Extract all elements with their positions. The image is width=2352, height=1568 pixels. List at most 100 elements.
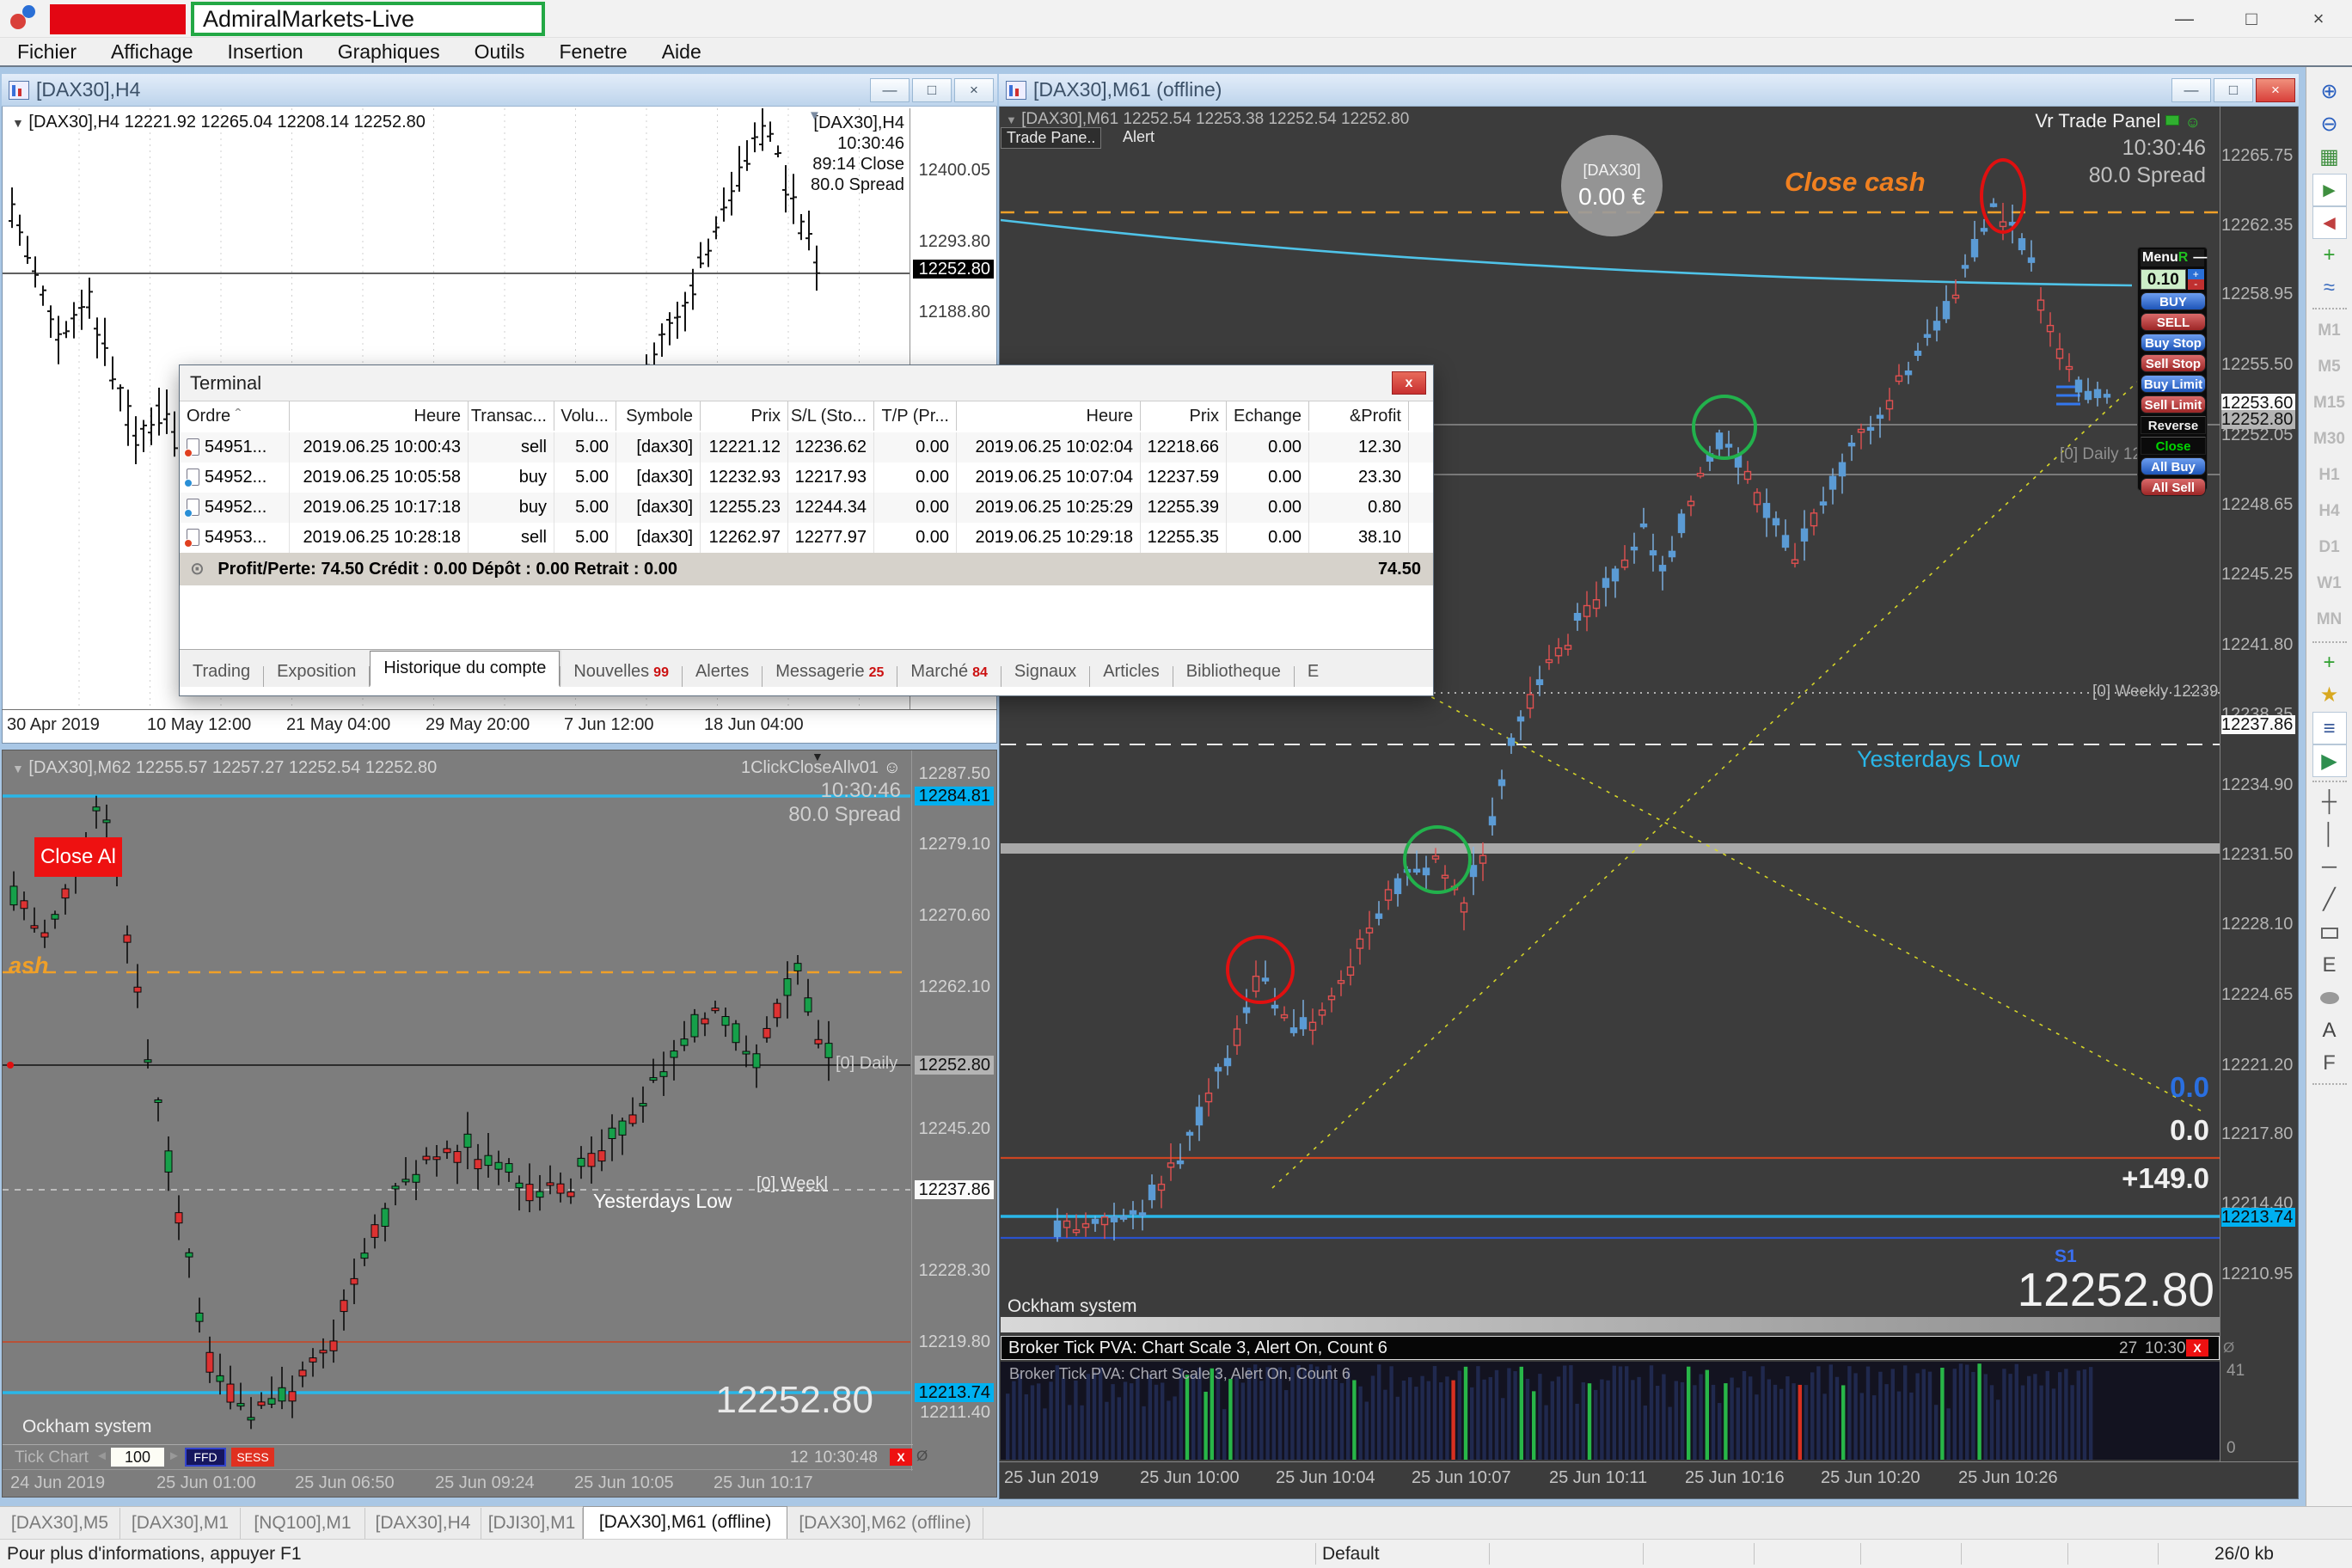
tick-close-button[interactable]: X — [890, 1449, 912, 1466]
trade-panel-r[interactable]: R — [2178, 250, 2189, 266]
sell-stop-button[interactable]: Sell Stop — [2141, 354, 2206, 372]
close-all-button[interactable]: Close Al — [34, 837, 122, 877]
terminal-tab-bibliotheque[interactable]: Bibliotheque — [1173, 658, 1294, 687]
all-sell-button[interactable]: All Sell — [2141, 478, 2206, 496]
table-row[interactable]: 54952...2019.06.25 10:17:18buy5.00[dax30… — [180, 493, 1433, 523]
terminal-header-cell[interactable]: T/P (Pr... — [874, 401, 957, 431]
h4-minimize-button[interactable]: — — [870, 78, 910, 102]
minimize-button[interactable]: — — [2151, 0, 2218, 37]
terminal-header-cell[interactable]: Echange — [1227, 401, 1309, 431]
chart-tab-2[interactable]: [DAX30],M1 — [120, 1508, 241, 1539]
collapse-arrow-icon[interactable]: ▼ — [12, 116, 24, 130]
terminal-tab-e[interactable]: E — [1295, 658, 1332, 687]
terminal-tab-march-[interactable]: Marché84 — [897, 658, 1001, 687]
terminal-titlebar[interactable]: Terminal x — [180, 365, 1433, 401]
close-button[interactable]: × — [2285, 0, 2352, 37]
ffd-button[interactable]: FFD — [185, 1448, 226, 1467]
zoom-out-icon[interactable]: ⊖ — [2312, 108, 2347, 141]
terminal-tab-exposition[interactable]: Exposition — [264, 658, 369, 687]
trendline-icon[interactable]: ╱ — [2312, 884, 2347, 916]
sess-button[interactable]: SESS — [231, 1448, 274, 1467]
favorites-icon[interactable]: ★ — [2312, 679, 2347, 712]
collapse-arrow-icon[interactable]: ▼ — [1006, 113, 1017, 126]
timeframe-m15-button[interactable]: M15 — [2312, 385, 2347, 421]
terminal-tab-historique-du-compte[interactable]: Historique du compte — [370, 651, 560, 687]
horizontal-line-icon[interactable]: ─ — [2312, 851, 2347, 884]
terminal-header-cell[interactable]: Volu... — [554, 401, 616, 431]
terminal-header-cell[interactable]: Heure — [957, 401, 1141, 431]
menu-item-aide[interactable]: Aide — [645, 40, 719, 64]
tick-left-arrow[interactable]: ◄ — [95, 1449, 108, 1463]
sell-button[interactable]: SELL — [2141, 313, 2206, 331]
terminal-close-button[interactable]: x — [1392, 371, 1426, 395]
terminal-tab-trading[interactable]: Trading — [180, 658, 263, 687]
broker-strip-close-button[interactable]: X — [2186, 1339, 2208, 1357]
timeframe-mn-button[interactable]: MN — [2312, 602, 2347, 638]
tick-right-arrow[interactable]: ► — [168, 1449, 181, 1463]
collapse-arrow-icon[interactable]: ▼ — [12, 762, 24, 775]
m61-close-button[interactable]: × — [2256, 78, 2295, 102]
h4-close-button[interactable]: × — [954, 78, 994, 102]
menu-item-outils[interactable]: Outils — [457, 40, 542, 64]
terminal-tab-alertes[interactable]: Alertes — [683, 658, 762, 687]
status-profile[interactable]: Default — [1322, 1544, 1380, 1565]
auto-scroll-icon[interactable]: ► — [2312, 174, 2347, 206]
ea-smiley-icon[interactable]: ☺ — [884, 758, 901, 777]
terminal-header-cell[interactable]: Heure — [290, 401, 469, 431]
object-tab-alert[interactable]: Alert — [1118, 127, 1160, 147]
timeframe-m5-button[interactable]: M5 — [2312, 349, 2347, 385]
trade-panel-menu[interactable]: Menu — [2142, 250, 2178, 266]
timeframe-w1-button[interactable]: W1 — [2312, 566, 2347, 602]
close-button[interactable]: Close — [2141, 437, 2206, 455]
chart-tab-5[interactable]: [DJI30],M1 — [481, 1508, 583, 1539]
timeframe-m30-button[interactable]: M30 — [2312, 421, 2347, 457]
zoom-in-icon[interactable]: ⊕ — [2312, 76, 2347, 108]
menu-item-graphiques[interactable]: Graphiques — [321, 40, 457, 64]
terminal-header-cell[interactable]: Symbole — [616, 401, 701, 431]
timeframe-h4-button[interactable]: H4 — [2312, 493, 2347, 530]
vtp-monitor-icon[interactable] — [2165, 115, 2179, 126]
table-row[interactable]: 54953...2019.06.25 10:28:18sell5.00[dax3… — [180, 523, 1433, 553]
object-tab-trade-panel[interactable]: Trade Pane.. — [1001, 127, 1101, 149]
lot-decrease-button[interactable]: - — [2188, 279, 2204, 290]
tick-size-input[interactable]: 100 — [111, 1448, 164, 1467]
table-row[interactable]: 54951...2019.06.25 10:00:43sell5.00[dax3… — [180, 432, 1433, 462]
m61-minimize-button[interactable]: — — [2171, 78, 2211, 102]
chart-window-h4-titlebar[interactable]: [DAX30],H4 — □ × — [2, 74, 997, 107]
crosshair-icon[interactable]: ┼ — [2312, 786, 2347, 818]
terminal-tab-messagerie[interactable]: Messagerie25 — [763, 658, 897, 687]
tile-windows-icon[interactable]: ▦ — [2312, 141, 2347, 174]
terminal-tab-signaux[interactable]: Signaux — [1001, 658, 1089, 687]
terminal-header-cell[interactable]: S/L (Sto... — [788, 401, 874, 431]
vtp-smiley-icon[interactable]: ☺ — [2185, 113, 2201, 131]
chart-tab-3[interactable]: [NQ100],M1 — [241, 1508, 365, 1539]
trade-panel-collapse[interactable]: — — [2193, 250, 2207, 266]
lot-size-input[interactable]: 0.10 — [2141, 269, 2186, 290]
ellipse-icon[interactable] — [2312, 982, 2347, 1014]
m61-restore-button[interactable]: □ — [2214, 78, 2253, 102]
buy-stop-button[interactable]: Buy Stop — [2141, 334, 2206, 352]
chart-tab-1[interactable]: [DAX30],M5 — [0, 1508, 120, 1539]
chart-window-m61-titlebar[interactable]: [DAX30],M61 (offline) — □ × — [999, 74, 2299, 107]
table-row[interactable]: 54952...2019.06.25 10:05:58buy5.00[dax30… — [180, 462, 1433, 493]
buy-button[interactable]: BUY — [2141, 292, 2206, 310]
fibonacci-icon[interactable]: F — [2312, 1047, 2347, 1080]
ellipse-label-icon[interactable]: E — [2312, 949, 2347, 982]
all-buy-button[interactable]: All Buy — [2141, 457, 2206, 475]
chart-shift-icon[interactable]: ◄ — [2312, 206, 2347, 239]
new-order-icon[interactable]: + — [2312, 239, 2347, 272]
buy-limit-button[interactable]: Buy Limit — [2141, 375, 2206, 393]
terminal-header-cell[interactable]: &Profit — [1309, 401, 1409, 431]
menu-item-fenetre[interactable]: Fenetre — [542, 40, 644, 64]
reverse-button[interactable]: Reverse — [2141, 416, 2206, 434]
menu-item-fichier[interactable]: Fichier — [0, 40, 94, 64]
timeframe-m1-button[interactable]: M1 — [2312, 313, 2347, 349]
terminal-tab-articles[interactable]: Articles — [1090, 658, 1173, 687]
terminal-header-cell[interactable]: Prix — [701, 401, 788, 431]
text-icon[interactable]: A — [2312, 1014, 2347, 1047]
menu-item-affichage[interactable]: Affichage — [94, 40, 210, 64]
terminal-header-cell[interactable]: Transac... — [469, 401, 554, 431]
chart-tab-4[interactable]: [DAX30],H4 — [365, 1508, 481, 1539]
chart-tab-7[interactable]: [DAX30],M62 (offline) — [787, 1508, 983, 1539]
indicators-icon[interactable]: ≈ — [2312, 272, 2347, 304]
